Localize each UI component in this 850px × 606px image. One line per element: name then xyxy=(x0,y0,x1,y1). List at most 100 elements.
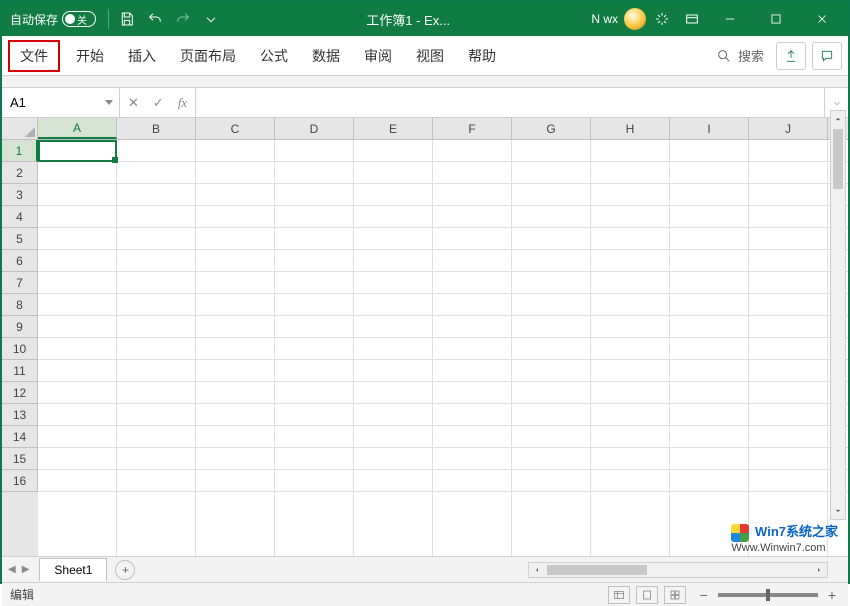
view-page-layout-button[interactable] xyxy=(636,586,658,604)
comments-button[interactable] xyxy=(812,42,842,70)
sheet-prev-icon[interactable]: ◀ xyxy=(8,564,16,575)
scroll-right-icon[interactable] xyxy=(811,566,827,574)
sheet-nav[interactable]: ◀▶ xyxy=(2,564,35,575)
ribbon-display-icon[interactable] xyxy=(678,5,706,33)
select-all-button[interactable] xyxy=(2,118,38,139)
autosave-switch[interactable]: 关 xyxy=(62,11,96,27)
maximize-button[interactable] xyxy=(754,4,798,34)
close-button[interactable] xyxy=(800,4,844,34)
enter-icon[interactable]: ✓ xyxy=(153,95,164,111)
tab-review[interactable]: 审阅 xyxy=(352,40,404,72)
cancel-icon[interactable]: ✕ xyxy=(128,95,139,111)
row-header-8[interactable]: 8 xyxy=(2,294,38,316)
window-title: 工作簿1 - Ex... xyxy=(225,10,591,29)
col-header-G[interactable]: G xyxy=(512,118,591,139)
zoom-in-button[interactable]: + xyxy=(824,587,840,603)
ribbon-body-collapsed xyxy=(2,76,848,88)
tab-help[interactable]: 帮助 xyxy=(456,40,508,72)
sheet-next-icon[interactable]: ▶ xyxy=(22,564,30,575)
col-header-J[interactable]: J xyxy=(749,118,828,139)
row-headers: 1 2 3 4 5 6 7 8 9 10 11 12 13 14 15 16 xyxy=(2,140,38,556)
divider xyxy=(108,9,109,29)
row-header-12[interactable]: 12 xyxy=(2,382,38,404)
search-icon xyxy=(716,48,732,64)
tab-file[interactable]: 文件 xyxy=(8,40,60,72)
tab-formulas[interactable]: 公式 xyxy=(248,40,300,72)
zoom-out-button[interactable]: − xyxy=(696,587,712,603)
name-box-value: A1 xyxy=(10,95,26,110)
row-header-3[interactable]: 3 xyxy=(2,184,38,206)
tab-view[interactable]: 视图 xyxy=(404,40,456,72)
share-button[interactable] xyxy=(776,42,806,70)
scroll-left-icon[interactable] xyxy=(529,566,545,574)
view-normal-button[interactable] xyxy=(608,586,630,604)
zoom-slider[interactable] xyxy=(718,593,818,597)
search-box[interactable]: 搜索 xyxy=(710,46,770,65)
row-header-7[interactable]: 7 xyxy=(2,272,38,294)
tab-data[interactable]: 数据 xyxy=(300,40,352,72)
formula-input[interactable] xyxy=(196,88,824,117)
tab-page-layout[interactable]: 页面布局 xyxy=(168,40,248,72)
add-sheet-button[interactable]: + xyxy=(115,560,135,580)
sparkle-icon[interactable] xyxy=(648,5,676,33)
row-header-1[interactable]: 1 xyxy=(2,140,38,162)
col-header-B[interactable]: B xyxy=(117,118,196,139)
minimize-button[interactable] xyxy=(708,4,752,34)
column-headers: A B C D E F G H I J xyxy=(2,118,848,140)
fx-icon[interactable]: fx xyxy=(178,95,187,111)
row-header-13[interactable]: 13 xyxy=(2,404,38,426)
col-header-I[interactable]: I xyxy=(670,118,749,139)
formula-buttons: ✕ ✓ fx xyxy=(120,88,196,117)
hscroll-thumb[interactable] xyxy=(547,565,647,575)
row-header-15[interactable]: 15 xyxy=(2,448,38,470)
autosave-label: 自动保存 xyxy=(10,11,58,28)
user-name[interactable]: N wx xyxy=(591,12,618,26)
status-mode: 编辑 xyxy=(10,586,34,603)
active-cell[interactable] xyxy=(38,140,117,162)
toggle-knob xyxy=(65,14,75,24)
row-header-16[interactable]: 16 xyxy=(2,470,38,492)
scroll-down-icon[interactable] xyxy=(831,503,845,519)
col-header-C[interactable]: C xyxy=(196,118,275,139)
scroll-thumb[interactable] xyxy=(833,129,843,189)
zoom-handle[interactable] xyxy=(766,589,770,601)
scroll-up-icon[interactable] xyxy=(831,111,845,127)
tab-home[interactable]: 开始 xyxy=(64,40,116,72)
grid: A B C D E F G H I J 1 2 3 4 5 6 7 8 9 10… xyxy=(2,118,848,556)
row-header-2[interactable]: 2 xyxy=(2,162,38,184)
horizontal-scrollbar[interactable] xyxy=(528,562,828,578)
title-bar: 自动保存 关 工作簿1 - Ex... N wx xyxy=(2,2,848,36)
col-header-D[interactable]: D xyxy=(275,118,354,139)
col-header-F[interactable]: F xyxy=(433,118,512,139)
row-header-14[interactable]: 14 xyxy=(2,426,38,448)
formula-bar: A1 ✕ ✓ fx xyxy=(2,88,848,118)
search-placeholder: 搜索 xyxy=(738,46,764,65)
col-header-E[interactable]: E xyxy=(354,118,433,139)
row-header-9[interactable]: 9 xyxy=(2,316,38,338)
row-header-11[interactable]: 11 xyxy=(2,360,38,382)
row-header-6[interactable]: 6 xyxy=(2,250,38,272)
row-header-4[interactable]: 4 xyxy=(2,206,38,228)
tab-insert[interactable]: 插入 xyxy=(116,40,168,72)
qat-customize-icon[interactable] xyxy=(197,5,225,33)
chevron-down-icon xyxy=(105,100,113,105)
avatar[interactable] xyxy=(624,8,646,30)
autosave-toggle[interactable]: 自动保存 关 xyxy=(2,11,104,28)
ribbon-tabs: 文件 开始 插入 页面布局 公式 数据 审阅 视图 帮助 搜索 xyxy=(2,36,848,76)
name-box[interactable]: A1 xyxy=(2,88,120,117)
zoom-control: − + xyxy=(696,587,840,603)
row-header-5[interactable]: 5 xyxy=(2,228,38,250)
save-icon[interactable] xyxy=(113,5,141,33)
redo-icon[interactable] xyxy=(169,5,197,33)
row-header-10[interactable]: 10 xyxy=(2,338,38,360)
view-page-break-button[interactable] xyxy=(664,586,686,604)
cells-area[interactable] xyxy=(38,140,848,556)
status-bar: 编辑 − + xyxy=(2,582,848,606)
col-header-H[interactable]: H xyxy=(591,118,670,139)
undo-icon[interactable] xyxy=(141,5,169,33)
sheet-tab-1[interactable]: Sheet1 xyxy=(39,558,107,581)
vertical-scrollbar[interactable] xyxy=(830,110,846,520)
autosave-state: 关 xyxy=(77,12,87,27)
col-header-A[interactable]: A xyxy=(38,118,117,139)
sheet-tabs-bar: ◀▶ Sheet1 + xyxy=(2,556,848,582)
